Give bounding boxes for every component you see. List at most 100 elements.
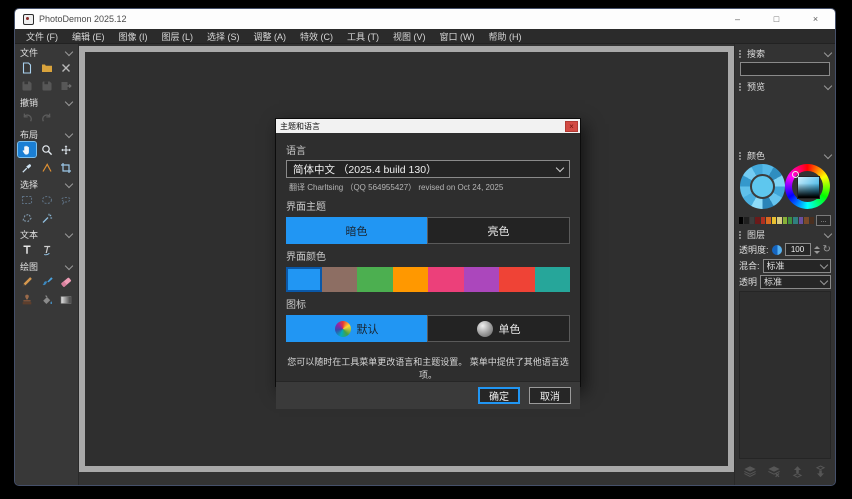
palette-swatch[interactable] — [799, 217, 803, 224]
minimize-button[interactable]: – — [718, 9, 757, 29]
palette-swatch[interactable] — [739, 217, 743, 224]
move-layer-down-button[interactable] — [814, 465, 827, 478]
layers-panel-header[interactable]: 图层 — [739, 228, 831, 241]
ok-button[interactable]: 确定 — [478, 387, 520, 404]
palette-swatch[interactable] — [750, 217, 754, 224]
layers-list[interactable] — [739, 291, 831, 459]
theme-light-option[interactable]: 亮色 — [427, 217, 570, 244]
move-layer-up-button[interactable] — [791, 465, 804, 478]
menu-item[interactable]: 窗口 (W) — [433, 29, 482, 43]
palette-swatch[interactable] — [788, 217, 792, 224]
palette-swatch[interactable] — [777, 217, 781, 224]
palette-swatch[interactable] — [783, 217, 787, 224]
advanced-text-tool[interactable] — [38, 242, 57, 257]
palette-swatch[interactable] — [761, 217, 765, 224]
fill-tool[interactable] — [37, 292, 56, 307]
palette-swatch[interactable] — [793, 217, 797, 224]
palette-more-button[interactable]: ... — [816, 215, 831, 226]
color-harmony-wheel[interactable] — [740, 164, 785, 209]
accent-color-swatch[interactable] — [322, 267, 358, 292]
menu-item[interactable]: 图层 (L) — [155, 29, 201, 43]
drag-grip-icon[interactable] — [739, 83, 743, 91]
dialog-close-button[interactable]: × — [565, 121, 578, 132]
toolbox-section-paint[interactable]: 绘图 — [15, 260, 78, 273]
paintbrush-tool[interactable] — [37, 274, 56, 289]
crop-tool[interactable] — [57, 160, 76, 175]
icons-mono-option[interactable]: 单色 — [427, 315, 570, 342]
menu-item[interactable]: 调整 (A) — [247, 29, 294, 43]
pencil-tool[interactable] — [18, 274, 37, 289]
measure-tool[interactable] — [37, 160, 56, 175]
blend-mode-select[interactable]: 标准 — [763, 259, 831, 273]
icons-default-option[interactable]: 默认 — [286, 315, 427, 342]
eraser-tool[interactable] — [57, 274, 76, 289]
menu-item[interactable]: 视图 (V) — [386, 29, 433, 43]
menu-item[interactable]: 编辑 (E) — [65, 29, 112, 43]
menu-item[interactable]: 工具 (T) — [340, 29, 386, 43]
maximize-button[interactable]: □ — [757, 9, 796, 29]
select-rectangle-tool[interactable] — [18, 192, 37, 207]
color-panel-header[interactable]: 颜色 — [739, 149, 831, 162]
palette-swatch[interactable] — [744, 217, 748, 224]
palette-swatch[interactable] — [755, 217, 759, 224]
theme-dark-option[interactable]: 暗色 — [286, 217, 427, 244]
menu-item[interactable]: 图像 (I) — [112, 29, 155, 43]
clone-stamp-tool[interactable] — [18, 292, 37, 307]
palette-swatch[interactable] — [772, 217, 776, 224]
alpha-mode-select[interactable]: 标准 — [760, 275, 831, 289]
drag-grip-icon[interactable] — [739, 50, 743, 58]
color-picker-tool[interactable] — [18, 160, 37, 175]
drag-grip-icon[interactable] — [739, 231, 743, 239]
open-image-button[interactable] — [37, 60, 56, 75]
search-panel-header[interactable]: 搜索 — [739, 47, 831, 60]
magic-wand-tool[interactable] — [38, 210, 57, 225]
toolbox-section-undo[interactable]: 撤销 — [15, 96, 78, 109]
color-picker-wheel[interactable] — [785, 164, 830, 209]
close-button[interactable]: × — [796, 9, 835, 29]
preview-panel-header[interactable]: 预览 — [739, 80, 831, 93]
accent-color-swatch[interactable] — [428, 267, 464, 292]
select-ellipse-tool[interactable] — [37, 192, 56, 207]
zoom-tool[interactable] — [37, 142, 56, 157]
gradient-tool[interactable] — [57, 292, 76, 307]
opacity-input[interactable] — [785, 243, 811, 256]
select-polygon-tool[interactable] — [18, 210, 37, 225]
select-lasso-tool[interactable] — [57, 192, 76, 207]
new-image-button[interactable] — [18, 60, 37, 75]
reset-opacity-icon[interactable]: ↻ — [823, 245, 831, 255]
menu-item[interactable]: 选择 (S) — [200, 29, 247, 43]
text-tool[interactable] — [18, 242, 37, 257]
save-as-button[interactable] — [37, 78, 56, 93]
redo-button[interactable] — [38, 110, 57, 125]
close-image-button[interactable] — [57, 60, 76, 75]
toolbox-section-text[interactable]: 文本 — [15, 228, 78, 241]
accent-color-swatch[interactable] — [535, 267, 571, 292]
cancel-button[interactable]: 取消 — [529, 387, 571, 404]
menu-item[interactable]: 文件 (F) — [19, 29, 65, 43]
undo-button[interactable] — [18, 110, 37, 125]
palette-swatch[interactable] — [804, 217, 808, 224]
accent-color-swatch[interactable] — [286, 267, 322, 292]
palette-swatch[interactable] — [810, 217, 814, 224]
accent-color-swatch[interactable] — [357, 267, 393, 292]
add-layer-button[interactable] — [743, 465, 757, 478]
saturation-value-box[interactable] — [797, 176, 820, 199]
menu-item[interactable]: 帮助 (H) — [482, 29, 529, 43]
hand-tool[interactable] — [18, 142, 37, 157]
drag-grip-icon[interactable] — [739, 152, 743, 160]
save-button[interactable] — [18, 78, 37, 93]
menu-item[interactable]: 特效 (C) — [293, 29, 340, 43]
search-input[interactable] — [740, 62, 830, 76]
delete-layer-button[interactable] — [767, 465, 781, 478]
accent-color-swatch[interactable] — [464, 267, 500, 292]
export-button[interactable] — [57, 78, 76, 93]
toolbox-section-file[interactable]: 文件 — [15, 46, 78, 59]
toolbox-section-layout[interactable]: 布局 — [15, 128, 78, 141]
accent-color-swatch[interactable] — [393, 267, 429, 292]
hue-selector-dot[interactable] — [792, 171, 799, 178]
palette-swatch[interactable] — [766, 217, 770, 224]
toolbox-section-select[interactable]: 选择 — [15, 178, 78, 191]
opacity-stepper[interactable] — [814, 246, 820, 254]
language-select[interactable]: 简体中文 （2025.4 build 130） — [286, 160, 570, 178]
accent-color-swatch[interactable] — [499, 267, 535, 292]
